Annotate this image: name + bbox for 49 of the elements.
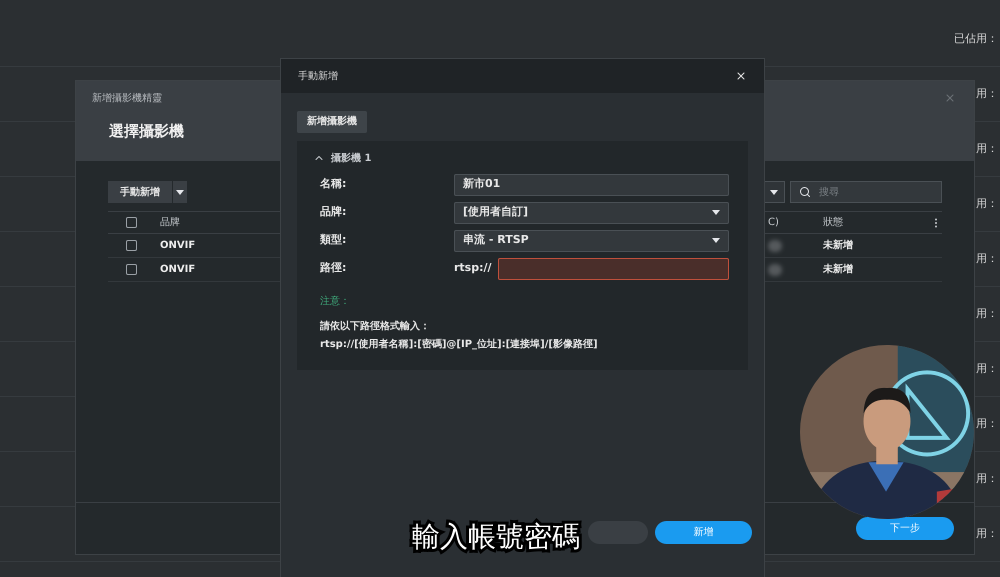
- field-label: 路徑:: [319, 260, 348, 276]
- select-field[interactable]: [使用者自訂]: [454, 202, 729, 224]
- dropdown-button[interactable]: [173, 181, 187, 203]
- add-camera-tab[interactable]: 新增攝影機: [297, 110, 367, 132]
- manual-add-button[interactable]: 手動新增: [108, 181, 172, 203]
- caret-icon: [176, 190, 184, 194]
- wizard-breadcrumb: 新增攝影機精靈: [92, 92, 162, 106]
- usage-label: 用：: [976, 140, 998, 157]
- search-icon: [799, 186, 811, 198]
- usage-label: 用：: [976, 416, 998, 432]
- blurred-cell: [768, 240, 782, 252]
- usage-label: 用：: [976, 526, 998, 542]
- filter-dropdown-button[interactable]: [763, 181, 785, 203]
- usage-label: 用：: [976, 306, 998, 322]
- text-field[interactable]: 新市01: [454, 174, 729, 196]
- path-field[interactable]: [498, 258, 729, 280]
- field-label: 名稱:: [319, 176, 348, 192]
- column-header: 狀態: [823, 216, 844, 230]
- subtitle: 輸入帳號密碼: [412, 520, 580, 553]
- table-cell-text: 未新增: [823, 238, 854, 253]
- usage-label: 已佔用：: [954, 30, 998, 47]
- checkbox[interactable]: [126, 240, 136, 251]
- select-field[interactable]: 串流 - RTSP: [454, 230, 729, 252]
- usage-label: 用：: [976, 250, 998, 267]
- dialog-title: 手動新增: [298, 70, 338, 84]
- column-header: 品牌: [160, 217, 180, 228]
- camera-section-header[interactable]: 攝影機 1: [313, 150, 372, 166]
- field-label: 類型:: [319, 232, 348, 248]
- usage-label: 用：: [976, 196, 998, 212]
- usage-label: 用：: [976, 470, 998, 487]
- checkbox[interactable]: [126, 264, 136, 275]
- close-icon[interactable]: [735, 70, 747, 82]
- usage-label: 用：: [976, 86, 998, 102]
- note-title: 注意：: [320, 294, 351, 308]
- table-cell: ONVIF: [160, 240, 196, 251]
- field-label: 品牌:: [319, 204, 348, 220]
- blurred-cell: [768, 264, 782, 276]
- caret-icon: [712, 238, 720, 243]
- column-header: C): [768, 217, 779, 228]
- caret-icon: [712, 210, 720, 215]
- table-cell: ONVIF: [160, 264, 196, 275]
- note-text: rtsp://[使用者名稱]:[密碼]@[IP_位址]:[連接埠]/[影像路徑]: [320, 338, 599, 352]
- table-cell-text: 未新增: [823, 262, 854, 277]
- usage-label: 用：: [976, 360, 998, 377]
- note-text: 請依以下路徑格式輸入：: [320, 320, 431, 334]
- wizard-title: 選擇攝影機: [109, 121, 184, 142]
- checkbox[interactable]: [126, 217, 136, 228]
- caret-icon: [770, 190, 778, 194]
- path-prefix: rtsp://: [454, 260, 493, 276]
